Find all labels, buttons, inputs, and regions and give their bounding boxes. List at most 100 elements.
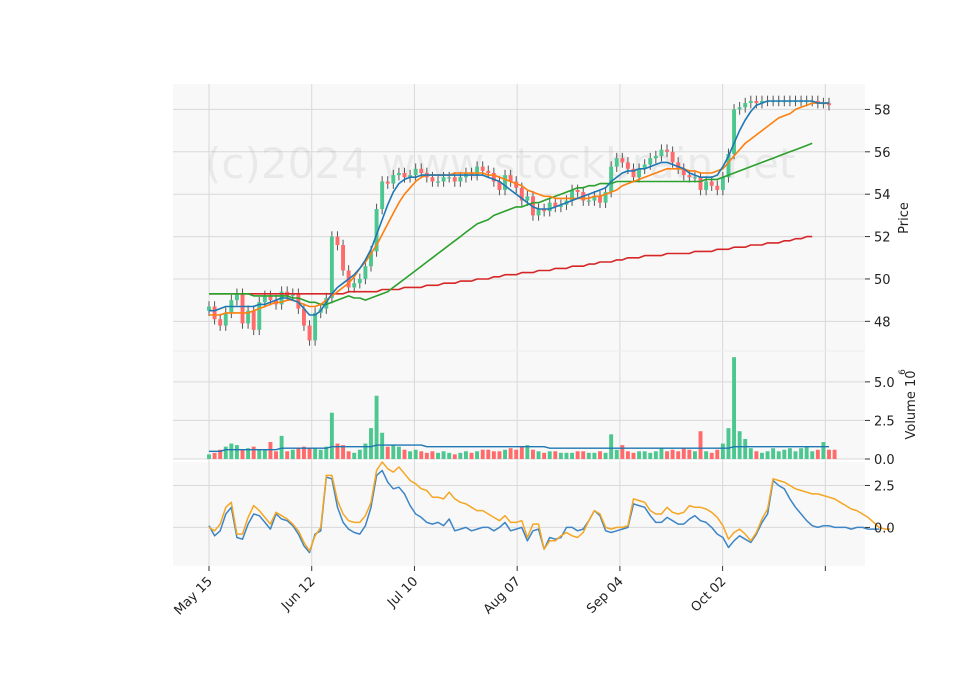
volume-bar bbox=[385, 446, 390, 459]
candle-body bbox=[737, 107, 742, 110]
watermark-text: (c)2024 www.stockbrain.net bbox=[205, 139, 795, 188]
candle-body bbox=[475, 166, 480, 176]
volume-bar bbox=[514, 449, 519, 459]
volume-bar bbox=[698, 431, 703, 459]
volume-bar bbox=[396, 446, 401, 459]
volume-bar bbox=[765, 451, 770, 459]
volume-bar bbox=[469, 452, 474, 459]
volume-bar bbox=[380, 432, 385, 459]
candle-body bbox=[704, 181, 709, 190]
volume-bar bbox=[452, 454, 457, 459]
volume-bar bbox=[592, 452, 597, 459]
candle-body bbox=[754, 100, 759, 104]
price-y-tick-label: 54 bbox=[874, 188, 891, 203]
stock-chart: (c)2024 www.stockbrain.net May 15 Jun 12 J… bbox=[172, 84, 919, 618]
volume-axis-exponent: 6 bbox=[898, 369, 908, 375]
volume-bar bbox=[307, 448, 312, 459]
volume-bar bbox=[369, 428, 373, 459]
candle-body bbox=[447, 177, 452, 179]
candle-body bbox=[743, 103, 748, 108]
volume-bar bbox=[681, 448, 686, 459]
volume-bar bbox=[463, 451, 468, 459]
volume-bar bbox=[704, 451, 709, 459]
volume-bar bbox=[642, 451, 647, 459]
volume-bar bbox=[447, 452, 452, 459]
volume-bar bbox=[229, 443, 234, 459]
volume-bar bbox=[374, 395, 379, 459]
volume-bar bbox=[458, 452, 463, 459]
volume-bar bbox=[603, 452, 608, 459]
volume-bar bbox=[519, 446, 524, 459]
volume-bar bbox=[285, 451, 290, 459]
candle-body bbox=[218, 319, 223, 326]
candle-body bbox=[212, 306, 217, 320]
volume-bar bbox=[553, 451, 558, 459]
volume-bar bbox=[329, 412, 334, 459]
candle-body bbox=[223, 312, 228, 326]
volume-bar bbox=[491, 451, 496, 459]
candle-body bbox=[419, 168, 424, 173]
candle-body bbox=[363, 266, 368, 279]
volume-bar bbox=[659, 448, 664, 459]
price-axis-label: Price bbox=[897, 202, 912, 234]
volume-bar bbox=[296, 448, 301, 459]
volume-bar bbox=[290, 449, 295, 459]
candle-body bbox=[251, 310, 256, 330]
candle-body bbox=[720, 177, 725, 190]
candle-body bbox=[329, 236, 334, 299]
volume-bar bbox=[815, 449, 820, 459]
price-y-tick-label: 50 bbox=[874, 273, 891, 288]
price-y-tick-label: 58 bbox=[874, 103, 891, 118]
x-tick-label: Oct 02 bbox=[688, 574, 729, 615]
candle-body bbox=[335, 236, 340, 246]
candle-body bbox=[486, 170, 491, 173]
candle-body bbox=[234, 293, 239, 301]
volume-bar bbox=[223, 446, 228, 459]
volume-bar bbox=[486, 449, 491, 459]
volume-bar bbox=[234, 445, 239, 459]
price-y-tick-label: 56 bbox=[874, 146, 891, 161]
volume-bar bbox=[782, 449, 787, 459]
candle-body bbox=[402, 173, 407, 178]
candle-body bbox=[698, 177, 703, 190]
volume-bar bbox=[609, 434, 614, 459]
volume-bar bbox=[793, 451, 798, 459]
volume-bar bbox=[531, 449, 535, 459]
volume-bar bbox=[212, 452, 217, 459]
candle-body bbox=[396, 173, 401, 176]
volume-bar bbox=[408, 451, 413, 459]
volume-bar bbox=[419, 451, 424, 459]
volume-bar bbox=[570, 452, 575, 459]
volume-bar bbox=[391, 445, 396, 459]
volume-bar bbox=[743, 438, 748, 459]
volume-bar bbox=[313, 448, 318, 459]
volume-bar bbox=[503, 449, 507, 459]
volume-bar bbox=[771, 448, 776, 459]
volume-bar bbox=[676, 451, 681, 459]
candle-body bbox=[715, 185, 720, 190]
volume-panel-bg bbox=[173, 351, 865, 459]
volume-bar bbox=[754, 451, 759, 459]
candle-body bbox=[670, 151, 675, 163]
candle-body bbox=[748, 100, 753, 104]
volume-bar bbox=[262, 449, 267, 459]
candle-body bbox=[385, 181, 390, 184]
volume-bar bbox=[715, 449, 720, 459]
candle-body bbox=[480, 166, 485, 171]
volume-bar bbox=[542, 452, 547, 459]
candle-body bbox=[614, 158, 619, 167]
volume-axis-label: Volume 10 bbox=[904, 370, 919, 439]
volume-bar bbox=[653, 451, 658, 459]
volume-y-tick-label: 2.5 bbox=[874, 414, 895, 429]
candle-body bbox=[665, 149, 669, 152]
x-tick-label: Aug 07 bbox=[481, 574, 524, 617]
volume-bar bbox=[497, 451, 502, 459]
candle-body bbox=[586, 200, 591, 202]
volume-bar bbox=[363, 443, 368, 459]
volume-bar bbox=[614, 449, 619, 459]
volume-bar bbox=[436, 452, 440, 459]
candle-body bbox=[441, 177, 446, 182]
volume-bar bbox=[732, 357, 736, 459]
volume-bar bbox=[625, 451, 630, 459]
volume-bar bbox=[268, 442, 273, 459]
